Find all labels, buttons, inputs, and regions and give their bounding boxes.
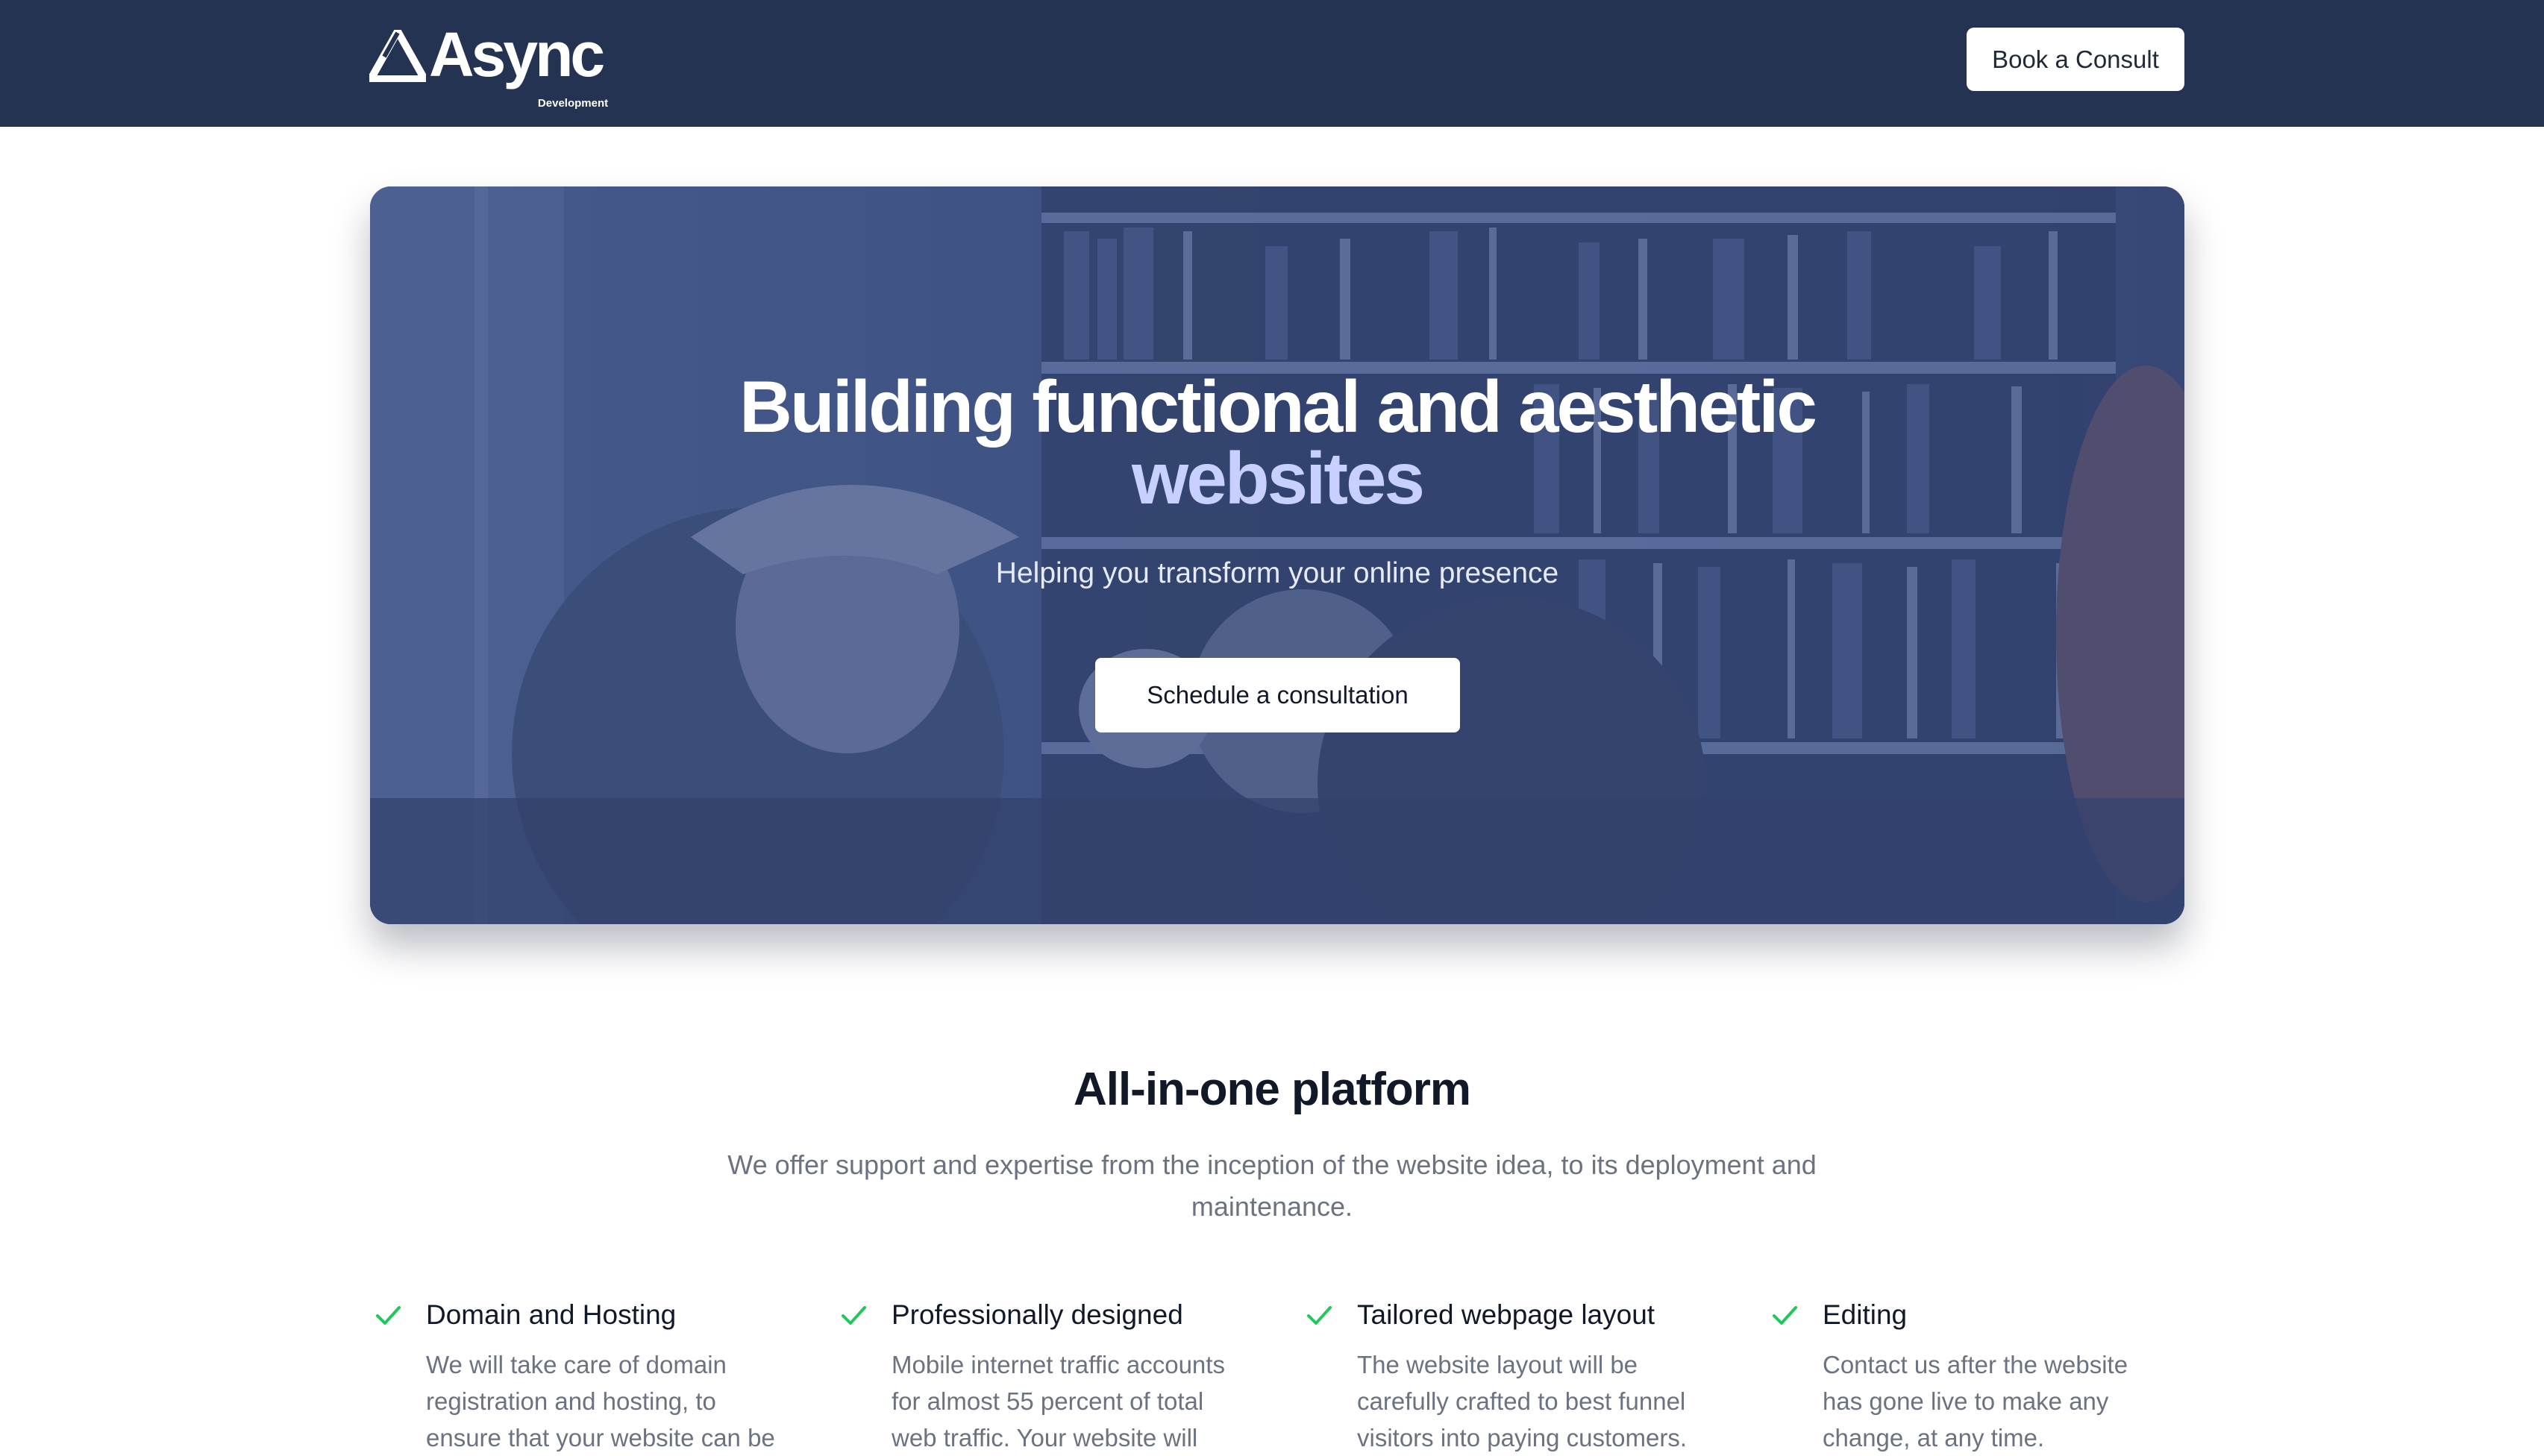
hero-title-accent: websites	[1132, 437, 1425, 519]
logo-wordmark: Async Development	[429, 23, 608, 110]
hero-banner: Building functional and aesthetic websit…	[370, 186, 2184, 924]
book-consult-button[interactable]: Book a Consult	[1967, 28, 2184, 91]
check-icon	[376, 1306, 401, 1325]
async-logo-icon	[369, 30, 426, 82]
section-description: We offer support and expertise from the …	[727, 1149, 1817, 1222]
hero-subtitle: Helping you transform your online presen…	[995, 557, 1559, 589]
check-icon	[1307, 1306, 1332, 1325]
async-logo[interactable]: Async Development	[369, 23, 608, 110]
section-title: All-in-one platform	[1073, 1064, 1471, 1115]
logo-subtext: Development	[537, 97, 609, 110]
hero-title-line1: Building functional and aesthetic	[739, 365, 1817, 448]
feature-description: Contact us after the website has gone li…	[1823, 1351, 2128, 1452]
schedule-consultation-button[interactable]: Schedule a consultation	[1095, 658, 1460, 732]
feature-description: The website layout will be carefully cra…	[1357, 1351, 1688, 1452]
check-icon	[842, 1306, 866, 1325]
site-header: Async Development Book a Consult	[0, 0, 2544, 127]
feature-description: Mobile internet traffic accounts for alm…	[892, 1351, 1225, 1452]
feature-description: We will take care of domain registration…	[426, 1351, 775, 1452]
feature-title: Domain and Hosting	[426, 1299, 677, 1330]
hero-content: Building functional and aesthetic websit…	[370, 186, 2184, 924]
feature-title: Professionally designed	[892, 1299, 1183, 1330]
check-icon	[1773, 1306, 1797, 1325]
feature-title: Editing	[1823, 1299, 1908, 1330]
hero-title: Building functional and aesthetic websit…	[370, 370, 2184, 519]
feature-title: Tailored webpage layout	[1357, 1299, 1655, 1330]
